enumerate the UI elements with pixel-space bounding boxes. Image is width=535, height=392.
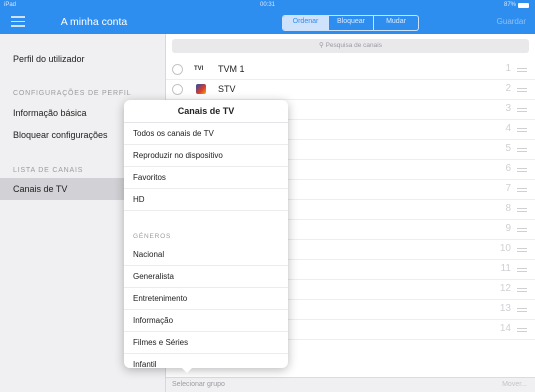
search-input[interactable]: ⚲ Pesquisa de canais [172, 39, 529, 53]
channel-number: 14 [499, 323, 511, 334]
drag-handle-icon[interactable] [517, 248, 527, 252]
hamburger-menu-icon[interactable] [11, 16, 25, 28]
channel-number: 8 [505, 203, 511, 214]
drag-handle-icon[interactable] [517, 108, 527, 112]
popover-item-entretenimento[interactable]: Entretenimento [124, 288, 288, 310]
drag-handle-icon[interactable] [517, 68, 527, 72]
channel-name: STV [218, 84, 236, 94]
mode-segmented-control[interactable]: Ordenar Bloquear Mudar [282, 15, 419, 31]
drag-handle-icon[interactable] [517, 288, 527, 292]
channel-group-popover: Canais de TV Todos os canais de TV Repro… [124, 100, 288, 368]
bottom-toolbar: Selecionar grupo Mover... [166, 377, 535, 392]
popover-item-nacional[interactable]: Nacional [124, 244, 288, 266]
channel-row[interactable]: STV 2 [166, 80, 535, 100]
popover-item-infantil[interactable]: Infantil [124, 354, 288, 368]
popover-item-informacao[interactable]: Informação [124, 310, 288, 332]
segment-ordenar[interactable]: Ordenar [283, 16, 328, 30]
popover-item-filmes-series[interactable]: Filmes e Séries [124, 332, 288, 354]
popover-item-generalista[interactable]: Generalista [124, 266, 288, 288]
battery-icon [518, 2, 529, 8]
channel-number: 2 [505, 83, 511, 94]
search-placeholder: Pesquisa de canais [325, 42, 382, 49]
move-button[interactable]: Mover... [502, 381, 527, 388]
segment-mudar[interactable]: Mudar [373, 16, 418, 30]
popover-arrow [180, 366, 194, 373]
channel-number: 9 [505, 223, 511, 234]
drag-handle-icon[interactable] [517, 128, 527, 132]
drag-handle-icon[interactable] [517, 88, 527, 92]
drag-handle-icon[interactable] [517, 308, 527, 312]
popover-item-hd[interactable]: HD [124, 189, 288, 211]
channel-row[interactable]: TVI TVM 1 1 [166, 60, 535, 80]
channel-number: 5 [505, 143, 511, 154]
sidebar-section-config: CONFIGURAÇÕES DE PERFIL [13, 90, 132, 97]
sidebar-section-channels: LISTA DE CANAIS [13, 167, 84, 174]
popover-item-all-channels[interactable]: Todos os canais de TV [124, 123, 288, 145]
clock: 00:31 [259, 2, 275, 8]
select-radio[interactable] [172, 64, 183, 75]
channel-logo-icon [196, 84, 206, 94]
top-bar: iPad 00:31 87% A minha conta Ordenar Blo… [0, 0, 535, 34]
drag-handle-icon[interactable] [517, 268, 527, 272]
channel-number: 12 [499, 283, 511, 294]
drag-handle-icon[interactable] [517, 188, 527, 192]
search-icon: ⚲ [319, 42, 324, 49]
popover-item-favorites[interactable]: Favoritos [124, 167, 288, 189]
drag-handle-icon[interactable] [517, 208, 527, 212]
battery-percent: 87% [503, 2, 516, 8]
select-radio[interactable] [172, 84, 183, 95]
channel-number: 6 [505, 163, 511, 174]
channel-number: 4 [505, 123, 511, 134]
drag-handle-icon[interactable] [517, 148, 527, 152]
popover-item-play-on-device[interactable]: Reproduzir no dispositivo [124, 145, 288, 167]
channel-number: 13 [499, 303, 511, 314]
channel-number: 1 [505, 63, 511, 74]
popover-section-genres: GÉNEROS [133, 233, 172, 240]
channel-logo: TVI [194, 66, 204, 72]
status-bar: iPad 00:31 87% [0, 0, 535, 10]
channel-number: 10 [499, 243, 511, 254]
drag-handle-icon[interactable] [517, 228, 527, 232]
channel-name: TVM 1 [218, 64, 245, 74]
drag-handle-icon[interactable] [517, 328, 527, 332]
drag-handle-icon[interactable] [517, 168, 527, 172]
save-button[interactable]: Guardar [497, 17, 526, 26]
sidebar-item-profile[interactable]: Perfil do utilizador [0, 48, 166, 70]
segment-bloquear[interactable]: Bloquear [328, 16, 373, 30]
nav-title: A minha conta [60, 16, 128, 28]
channel-number: 11 [500, 263, 511, 274]
channel-number: 7 [505, 183, 511, 194]
channel-number: 3 [505, 103, 511, 114]
select-group-button[interactable]: Selecionar grupo [172, 381, 225, 388]
popover-title: Canais de TV [124, 100, 288, 123]
